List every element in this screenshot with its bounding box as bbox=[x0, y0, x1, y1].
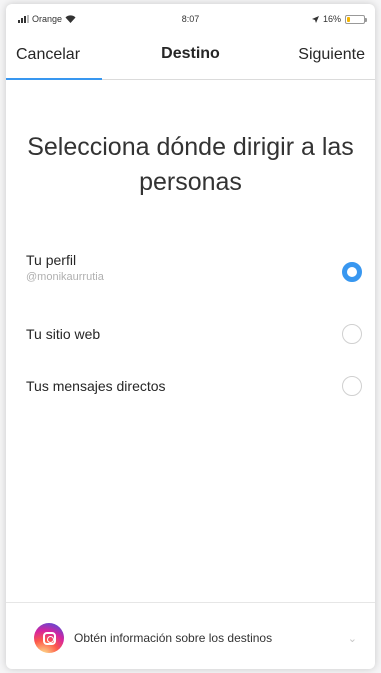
chevron-down-icon[interactable]: ⌄ bbox=[348, 632, 357, 645]
nav-progress-indicator bbox=[6, 78, 102, 80]
radio-unselected[interactable] bbox=[342, 376, 362, 396]
next-button[interactable]: Siguiente bbox=[298, 46, 365, 64]
battery-fill bbox=[347, 16, 350, 22]
radio-selected[interactable] bbox=[342, 262, 362, 282]
option-label: Tu perfil bbox=[26, 252, 77, 268]
option-direct-messages[interactable]: Tus mensajes directos bbox=[6, 354, 375, 408]
option-label: Tus mensajes directos bbox=[26, 378, 166, 394]
option-profile[interactable]: Tu perfil @monikaurrutia bbox=[6, 234, 375, 300]
phone-screen: Orange 8:07 16% Cancelar Destino Siguien… bbox=[6, 4, 375, 669]
status-bar: Orange 8:07 16% bbox=[6, 4, 375, 28]
option-website[interactable]: Tu sitio web bbox=[6, 300, 375, 354]
battery-icon bbox=[345, 14, 367, 24]
location-icon bbox=[311, 15, 319, 23]
radio-unselected[interactable] bbox=[342, 324, 362, 344]
nav-bar: Cancelar Destino Siguiente bbox=[6, 32, 375, 80]
instagram-icon bbox=[34, 623, 64, 653]
destination-options: Tu perfil @monikaurrutia Tu sitio web Tu… bbox=[6, 234, 375, 408]
learn-about-destinations[interactable]: Obtén información sobre los destinos ⌄ bbox=[6, 602, 375, 669]
option-sublabel: @monikaurrutia bbox=[26, 271, 104, 283]
status-right: 16% bbox=[311, 14, 367, 24]
battery-percent: 16% bbox=[322, 14, 341, 24]
option-label: Tu sitio web bbox=[26, 326, 101, 342]
footer-text: Obtén información sobre los destinos bbox=[74, 631, 273, 645]
destination-headline: Selecciona dónde dirigir a las personas bbox=[27, 133, 354, 196]
